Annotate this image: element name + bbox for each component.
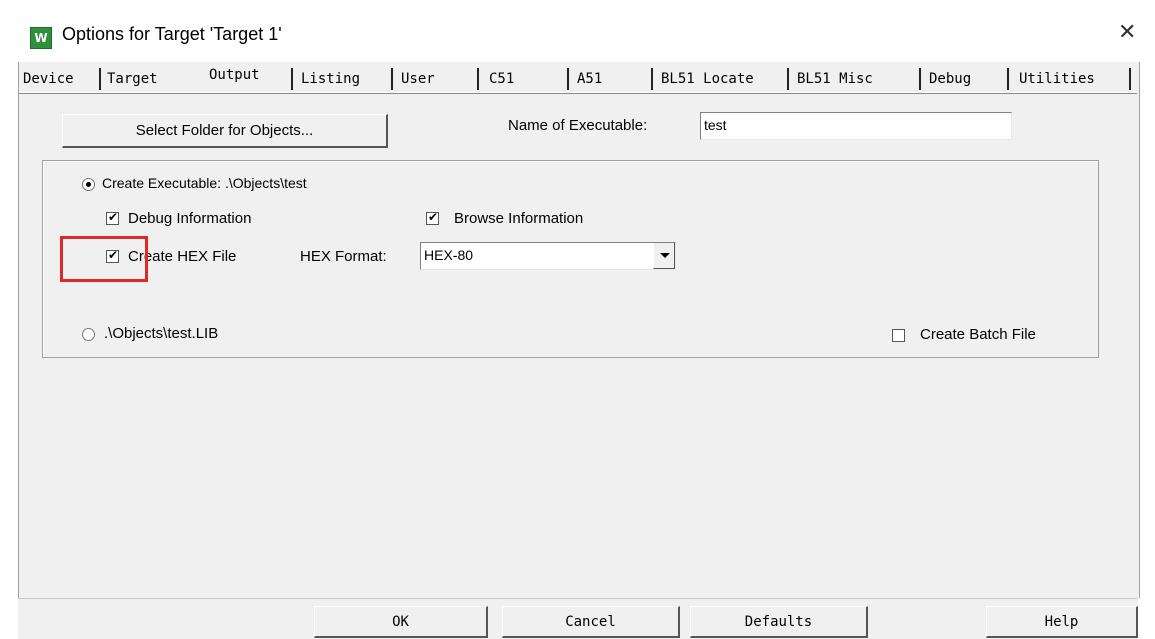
- tab-separator: [291, 68, 293, 90]
- tab-c51[interactable]: C51: [485, 68, 565, 90]
- window-title: Options for Target 'Target 1': [62, 24, 282, 44]
- create-executable-label: Create Executable: .\Objects\test: [102, 175, 307, 191]
- create-batch-label: Create Batch File: [920, 326, 1036, 343]
- browse-information-checkbox[interactable]: ✔: [426, 210, 439, 225]
- tab-separator: [99, 68, 101, 90]
- tab-utilities[interactable]: Utilities: [1015, 68, 1127, 90]
- name-of-executable-field[interactable]: test: [700, 112, 1012, 140]
- tab-debug[interactable]: Debug: [925, 68, 1005, 90]
- title-bar: W Options for Target 'Target 1' ✕: [0, 0, 1155, 62]
- debug-information-checkbox[interactable]: ✔: [106, 210, 119, 225]
- tab-separator: [787, 68, 789, 90]
- select-folder-button[interactable]: Select Folder for Objects...: [62, 114, 388, 148]
- keil-uvision-icon: W: [30, 27, 52, 49]
- checkmark-icon: ✔: [428, 210, 439, 224]
- close-icon[interactable]: ✕: [1118, 20, 1136, 45]
- ok-button[interactable]: OK: [314, 606, 488, 638]
- tab-separator: [567, 68, 569, 90]
- help-button[interactable]: Help: [986, 606, 1138, 638]
- hex-format-label: HEX Format:: [300, 248, 387, 265]
- tab-separator: [919, 68, 921, 90]
- radio-selected-dot: [86, 182, 91, 187]
- hex-format-dropdown[interactable]: HEX-80: [420, 242, 676, 270]
- tab-underline: [19, 92, 1137, 94]
- tab-bl51-misc[interactable]: BL51 Misc: [793, 68, 917, 90]
- tab-device[interactable]: Device: [19, 68, 99, 90]
- create-library-label: .\Objects\test.LIB: [104, 325, 219, 342]
- hex-format-value: HEX-80: [424, 247, 474, 263]
- create-executable-radio[interactable]: [82, 178, 95, 191]
- tab-target[interactable]: Target: [103, 68, 199, 90]
- tab-separator: [651, 68, 653, 90]
- tab-strip: Device Target Output Listing User C51 A5…: [19, 64, 1139, 94]
- tab-separator: [477, 68, 479, 90]
- defaults-button[interactable]: Defaults: [690, 606, 868, 638]
- name-of-executable-label: Name of Executable:: [508, 117, 648, 134]
- tab-separator: [391, 68, 393, 90]
- tab-separator: [1007, 68, 1009, 90]
- create-batch-checkbox[interactable]: [892, 329, 905, 342]
- chevron-down-icon[interactable]: [653, 243, 675, 269]
- create-library-radio[interactable]: [82, 328, 95, 341]
- checkmark-icon: ✔: [108, 210, 119, 224]
- tab-listing[interactable]: Listing: [297, 68, 391, 90]
- tab-bl51-locate[interactable]: BL51 Locate: [657, 68, 787, 90]
- hex-highlight-box: [60, 236, 148, 282]
- tab-user[interactable]: User: [397, 68, 473, 90]
- tab-separator: [1129, 68, 1131, 90]
- debug-information-label: Debug Information: [128, 210, 252, 227]
- browse-information-label: Browse Information: [454, 210, 584, 227]
- tab-output[interactable]: Output: [205, 64, 291, 91]
- cancel-button[interactable]: Cancel: [502, 606, 680, 638]
- tab-a51[interactable]: A51: [573, 68, 653, 90]
